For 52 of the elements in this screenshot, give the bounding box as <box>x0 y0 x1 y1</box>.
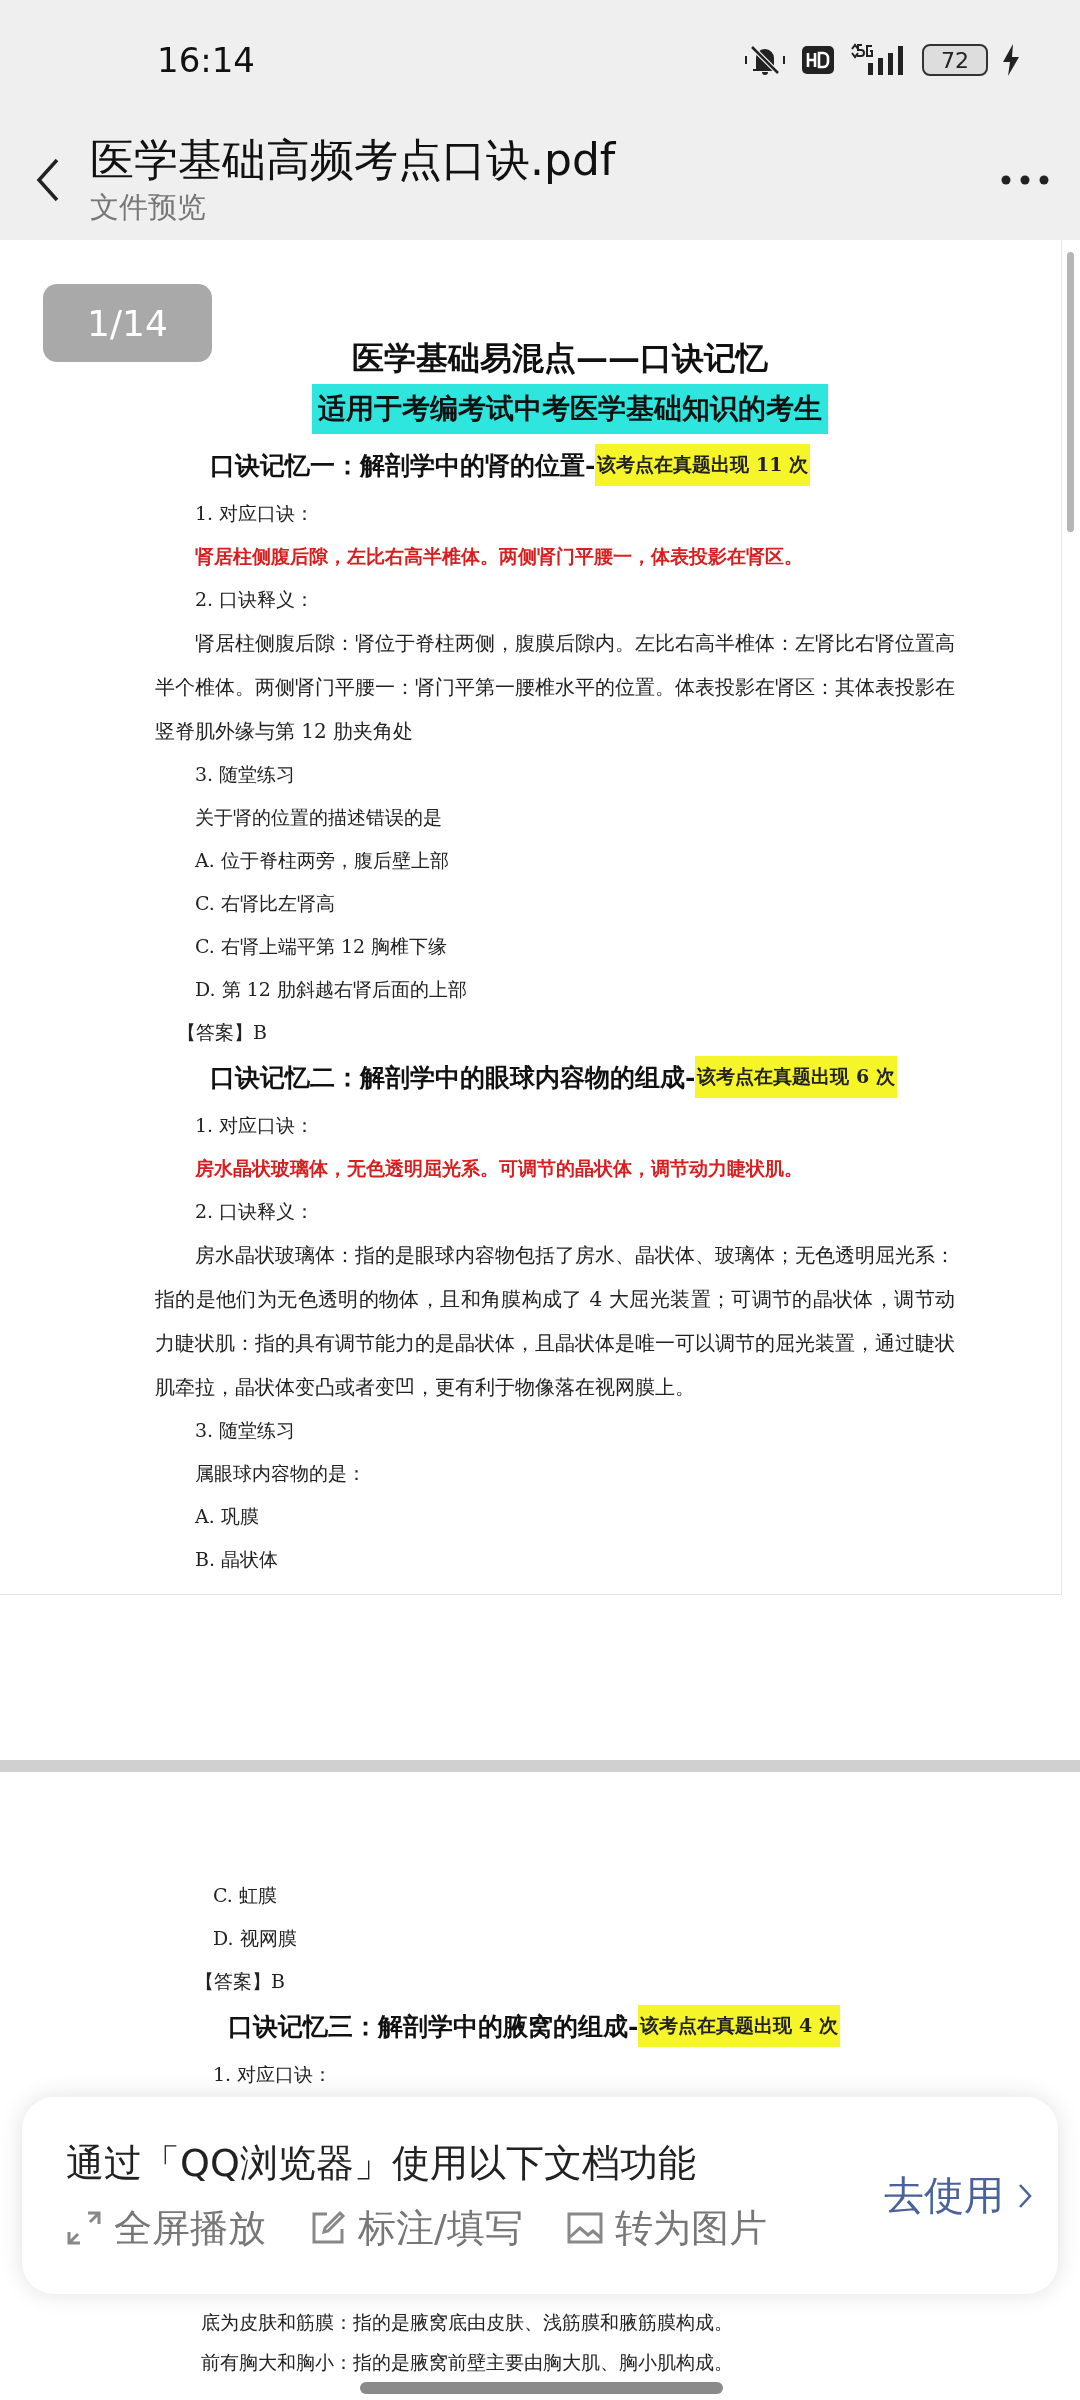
highlighted-note: 该考点在真题出现 4 次 <box>638 2005 840 2047</box>
paragraph: 肾居柱侧腹后隙：肾位于脊柱两侧，腹膜后隙内。左比右高半椎体：左肾比右肾位置高半个椎体。两侧肾门平腰一：肾门平第一腰椎水平的位置。体表投影在肾区：其体表投影在竖脊肌外缘与第 12 肋夹角处 <box>155 630 955 745</box>
highlighted-note: 该考点在真题出现 11 次 <box>595 444 811 486</box>
answer-text: 【答案】B <box>194 1969 286 1994</box>
highlighted-note: 该考点在真题出现 6 次 <box>695 1056 897 1098</box>
muted-bell-icon <box>742 43 788 77</box>
document-text: 底为皮肤和筋膜：指的是腋窝底由皮肤、浅筋膜和腋筋膜构成。 <box>200 2310 734 2335</box>
document-text: 属眼球内容物的是： <box>194 1461 367 1486</box>
more-button[interactable] <box>1000 174 1050 186</box>
document-text: D. 视网膜 <box>212 1926 298 1951</box>
back-button[interactable] <box>36 158 60 202</box>
feature-button[interactable]: 标注/填写 <box>310 2202 523 2254</box>
promo-title: 通过「QQ浏览器」使用以下文档功能 <box>66 2139 697 2187</box>
document-text: 关于肾的位置的描述错误的是 <box>194 805 443 830</box>
mnemonic-text: 肾居柱侧腹后隙，左比右高半椎体。两侧肾门平腰一，体表投影在肾区。 <box>194 544 804 569</box>
use-button[interactable]: 去使用 <box>884 2168 1032 2223</box>
document-text: C. 右肾比左肾高 <box>194 891 336 916</box>
document-text: 2. 口诀释义： <box>194 587 316 612</box>
section-heading: 口诀记忆一：解剖学中的肾的位置- <box>210 449 596 482</box>
image-icon <box>566 2212 603 2244</box>
document-text: 3. 随堂练习 <box>194 1418 297 1443</box>
answer-text: 【答案】B <box>176 1020 268 1045</box>
document-text: 1. 对应口诀： <box>194 1113 316 1138</box>
document-text: C. 虹膜 <box>212 1883 278 1908</box>
battery-icon: 72 <box>922 44 988 76</box>
section-heading: 口诀记忆二：解剖学中的眼球内容物的组成- <box>210 1061 696 1094</box>
chevron-right-icon <box>1018 2182 1032 2209</box>
hd-icon <box>802 46 834 74</box>
document-text: 2. 口诀释义： <box>194 1199 316 1224</box>
document-text: 1. 对应口诀： <box>212 2062 334 2087</box>
document-text: 1. 对应口诀： <box>194 501 316 526</box>
paragraph: 房水晶状玻璃体：指的是眼球内容物包括了房水、晶状体、玻璃体；无色透明屈光系：指的是他们为无色透明的物体，且和角膜构成了 4 大屈光装置；可调节的晶状体，调节动力睫状肌：指的具有调节能力的是晶状体，且晶状体是唯一可以调节的屈光装置，通过睫状肌牵拉，晶状体变凸或者变凹，更有利于物像落在视网膜上。 <box>155 1242 955 1401</box>
page-indicator: 1/14 <box>43 284 212 362</box>
feature-button[interactable]: 转为图片 <box>566 2202 767 2254</box>
document-text: C. 右肾上端平第 12 胸椎下缘 <box>194 934 449 959</box>
section-heading: 口诀记忆三：解剖学中的腋窝的组成- <box>228 2010 639 2043</box>
document-text: D. 第 12 肋斜越右肾后面的上部 <box>194 977 468 1002</box>
charging-icon <box>1002 44 1020 76</box>
document-text: 3. 随堂练习 <box>194 762 297 787</box>
edit-icon <box>310 2210 346 2246</box>
file-subtitle: 文件预览 <box>90 189 207 226</box>
mnemonic-text: 房水晶状玻璃体，无色透明屈光系。可调节的晶状体，调节动力睫状肌。 <box>194 1156 804 1181</box>
feature-button[interactable]: 全屏播放 <box>66 2202 266 2254</box>
file-title: 医学基础高频考点口诀.pdf <box>90 133 616 187</box>
document-text: 前有胸大和胸小：指的是腋窝前壁主要由胸大肌、胸小肌构成。 <box>200 2350 734 2375</box>
document-text: A. 位于脊柱两旁，腹后壁上部 <box>194 848 450 873</box>
document-title: 医学基础易混点——口诀记忆 <box>351 338 769 379</box>
status-time: 16:14 <box>157 40 255 80</box>
document-text: B. 晶状体 <box>194 1547 280 1572</box>
fullscreen-icon <box>66 2210 102 2246</box>
document-text: A. 巩膜 <box>194 1504 260 1529</box>
highlighted-subtitle: 适用于考编考试中考医学基础知识的考生 <box>312 384 828 434</box>
